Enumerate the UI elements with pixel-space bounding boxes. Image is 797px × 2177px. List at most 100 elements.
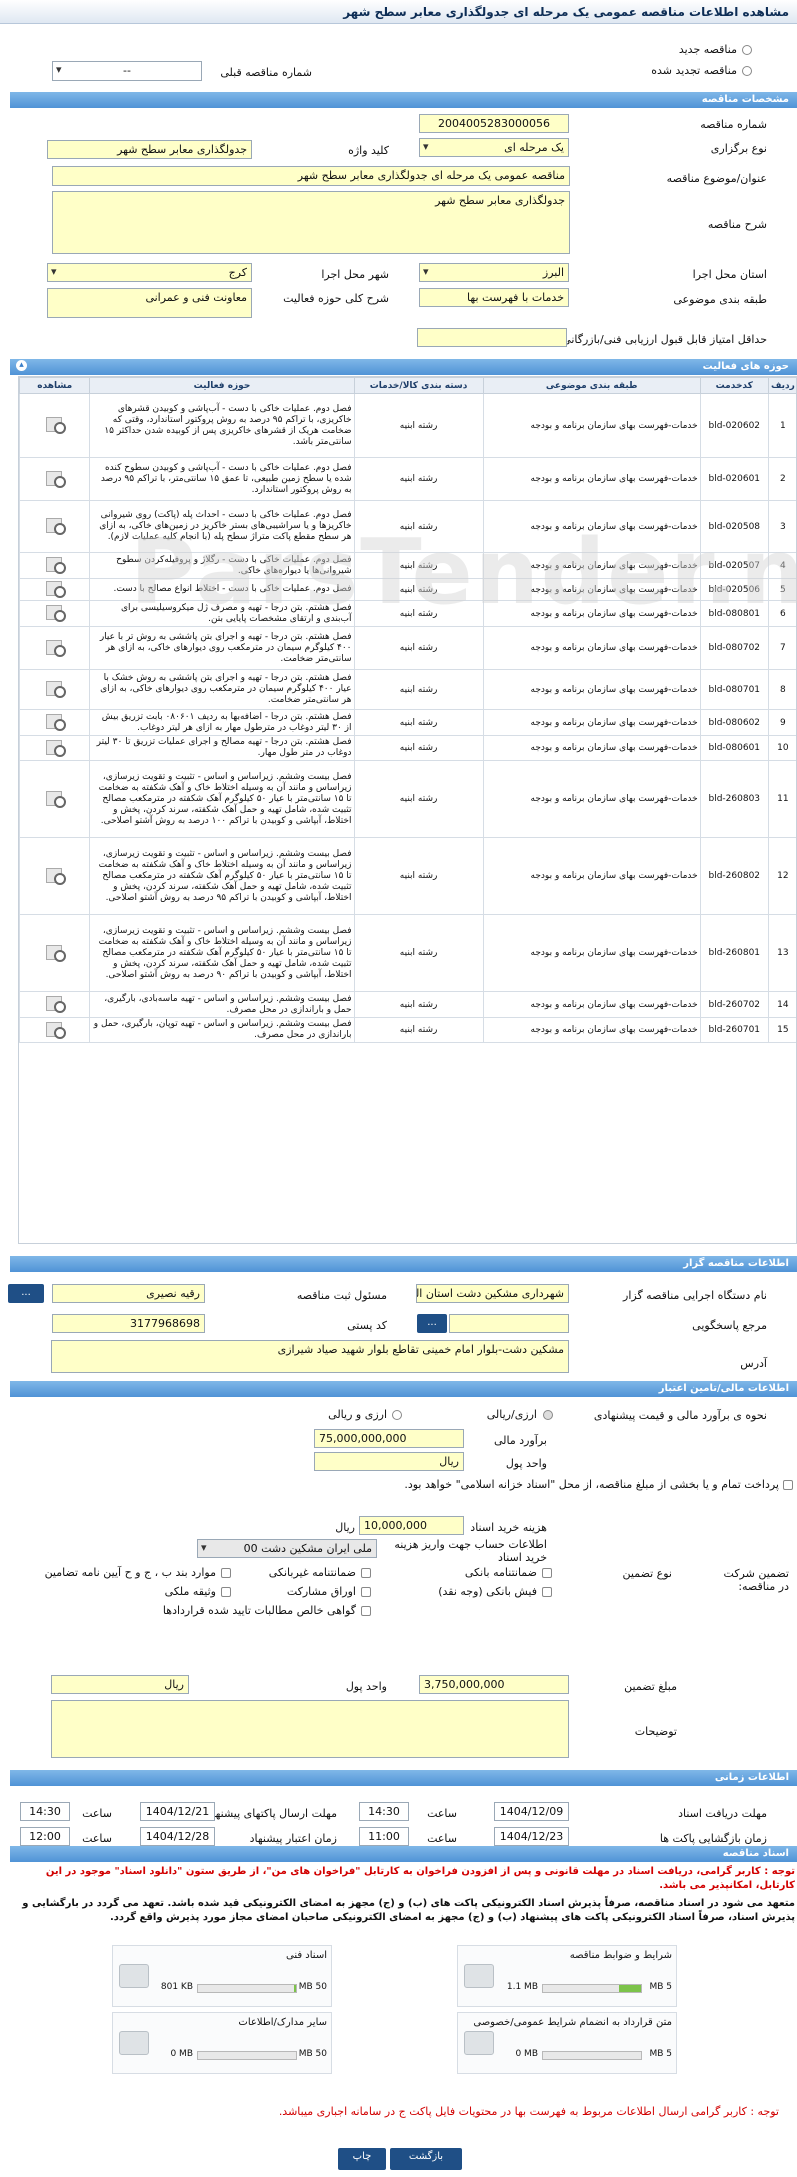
activities-header-row: ردیف کدخدمت طبقه بندی موضوعی دسته بندی کالا… bbox=[19, 377, 796, 394]
folder-icon[interactable] bbox=[119, 1964, 149, 1988]
file-usage-bar bbox=[542, 1984, 642, 1993]
view-icon[interactable] bbox=[44, 713, 66, 731]
goods-group: رشته ابنیه bbox=[353, 709, 484, 736]
table-row: 11 bld-260803 خدمات-فهرست بهای سازمان برنا… bbox=[19, 760, 796, 838]
submit-deadline-date: 1404/12/21 bbox=[140, 1802, 215, 1821]
postal-field: 3177968698 bbox=[52, 1314, 205, 1333]
row-number: 14 bbox=[767, 991, 796, 1018]
view-cell bbox=[19, 837, 91, 915]
row-number: 12 bbox=[767, 837, 796, 915]
g1-checkbox[interactable] bbox=[542, 1568, 552, 1578]
section-finance: اطلاعات مالی/تامین اعتبار bbox=[10, 1381, 797, 1397]
section-docs: اسناد مناقصه bbox=[10, 1846, 797, 1862]
view-cell bbox=[19, 500, 91, 553]
view-icon[interactable] bbox=[44, 470, 66, 488]
view-icon[interactable] bbox=[44, 739, 66, 757]
ref-lookup-button[interactable]: ... bbox=[417, 1314, 447, 1333]
resp-lookup-button[interactable]: ... bbox=[8, 1284, 44, 1303]
view-icon[interactable] bbox=[44, 944, 66, 962]
view-icon[interactable] bbox=[44, 1021, 66, 1039]
view-icon[interactable] bbox=[44, 639, 66, 657]
row-number: 8 bbox=[767, 669, 796, 710]
row-number: 10 bbox=[767, 735, 796, 761]
ref-label: مرجع پاسخگویی bbox=[692, 1319, 767, 1332]
g4-label: فیش بانکی (وجه نقد) bbox=[438, 1585, 537, 1598]
submit-deadline-time-label: ساعت bbox=[82, 1807, 112, 1820]
address-label: آدرس bbox=[740, 1357, 767, 1370]
service-code: bld-260702 bbox=[699, 991, 769, 1018]
ref-field bbox=[449, 1314, 569, 1333]
g2-checkbox[interactable] bbox=[361, 1568, 371, 1578]
g7-checkbox[interactable] bbox=[361, 1606, 371, 1616]
view-icon[interactable] bbox=[44, 517, 66, 535]
view-icon[interactable] bbox=[44, 867, 66, 885]
file-max-size: 50 MB bbox=[298, 1982, 327, 1992]
watermark: ParsTender.neT bbox=[130, 520, 797, 625]
city-select[interactable]: کرج bbox=[47, 263, 252, 282]
activity-desc: فصل بیست وششم. زیراساس و اساس - تهیه ماس… bbox=[89, 991, 355, 1018]
view-cell bbox=[19, 600, 91, 627]
section-organizer: اطلاعات مناقصه گزار bbox=[10, 1256, 797, 1272]
page-title: مشاهده اطلاعات مناقصه عمومی یک مرحله ای … bbox=[343, 5, 789, 19]
collapse-icon[interactable]: ▴ bbox=[16, 360, 27, 371]
activity-field: معاونت فنی و عمرانی bbox=[47, 288, 252, 318]
min-score-field bbox=[417, 328, 567, 347]
table-row: 12 bld-260802 خدمات-فهرست بهای سازمان برنا… bbox=[19, 837, 796, 915]
view-icon[interactable] bbox=[44, 680, 66, 698]
view-icon[interactable] bbox=[44, 604, 66, 622]
view-icon[interactable] bbox=[44, 416, 66, 434]
notes-field bbox=[51, 1700, 569, 1758]
guarantee-type-label: نوع تضمین bbox=[622, 1567, 672, 1580]
min-score-label: حداقل امتیاز قابل قبول ارزیابی فنی/بازرگ… bbox=[562, 333, 767, 346]
estimate-type-label: نحوه ی برآورد مالی و قیمت پیشنهادی bbox=[593, 1409, 767, 1422]
radio-currency-rial[interactable] bbox=[392, 1410, 402, 1420]
radio-renewed-label: مناقصه تجدید شده bbox=[651, 64, 737, 77]
radio-renewed-tender[interactable] bbox=[742, 66, 752, 76]
activity-desc: فصل هشتم. بتن درجا - تهیه و اجرای بتن پا… bbox=[89, 669, 355, 710]
service-code: bld-260701 bbox=[699, 1017, 769, 1043]
number-field: 2004005283000056 bbox=[419, 114, 569, 133]
keyword-field: جدولگذاری معابر سطح شهر bbox=[47, 140, 252, 159]
activities-table-wrap[interactable]: ردیف کدخدمت طبقه بندی موضوعی دسته بندی کالا… bbox=[18, 376, 797, 1244]
validity-time: 12:00 bbox=[20, 1827, 70, 1846]
back-button[interactable]: بازگشت bbox=[390, 2148, 462, 2170]
col-header: دسته بندی کالا/خدمات bbox=[353, 377, 484, 394]
view-icon[interactable] bbox=[44, 580, 66, 598]
org-field: شهرداری مشکین دشت استان البرز bbox=[416, 1284, 569, 1303]
g3-checkbox[interactable] bbox=[221, 1568, 231, 1578]
g5-checkbox[interactable] bbox=[361, 1587, 371, 1597]
folder-icon[interactable] bbox=[464, 1964, 494, 1988]
view-icon[interactable] bbox=[44, 790, 66, 808]
row-number: 9 bbox=[767, 709, 796, 736]
desc-label: شرح مناقصه bbox=[707, 218, 767, 231]
province-select[interactable]: البرز bbox=[419, 263, 569, 282]
doc-deadline-time: 14:30 bbox=[359, 1802, 409, 1821]
view-cell bbox=[19, 991, 91, 1018]
folder-icon[interactable] bbox=[464, 2031, 494, 2055]
account-select[interactable]: ملی ایران مشکین دشت 00 bbox=[197, 1539, 377, 1558]
category: خدمات-فهرست بهای سازمان برنامه و بودجه bbox=[482, 1017, 701, 1043]
submit-deadline-time: 14:30 bbox=[20, 1802, 70, 1821]
radio-rial[interactable] bbox=[543, 1410, 553, 1420]
print-button[interactable]: چاپ bbox=[338, 2148, 386, 2170]
activity-desc: فصل بیست وششم. زیراساس و اساس - تثبیت و … bbox=[89, 760, 355, 838]
service-code: bld-260802 bbox=[699, 837, 769, 915]
file-title: اسناد فنی bbox=[286, 1950, 327, 1961]
file-max-size: 50 MB bbox=[298, 2049, 327, 2059]
g2-label: ضمانتنامه غیربانکی bbox=[268, 1566, 356, 1579]
service-code: bld-020601 bbox=[699, 457, 769, 501]
holding-select[interactable]: یک مرحله ای bbox=[419, 138, 569, 157]
prev-number-select[interactable]: -- bbox=[52, 61, 202, 81]
view-icon[interactable] bbox=[44, 556, 66, 574]
radio-rial-label: ارزی/ریالی bbox=[486, 1408, 537, 1421]
validity-time-label: ساعت bbox=[82, 1832, 112, 1845]
amount-field: 3,750,000,000 bbox=[419, 1675, 569, 1694]
category: خدمات-فهرست بهای سازمان برنامه و بودجه bbox=[482, 709, 701, 736]
g4-checkbox[interactable] bbox=[542, 1587, 552, 1597]
view-icon[interactable] bbox=[44, 995, 66, 1013]
g6-checkbox[interactable] bbox=[221, 1587, 231, 1597]
category: خدمات-فهرست بهای سازمان برنامه و بودجه bbox=[482, 457, 701, 501]
open-time-label: ساعت bbox=[427, 1832, 457, 1845]
radio-new-tender[interactable] bbox=[742, 45, 752, 55]
folder-icon[interactable] bbox=[119, 2031, 149, 2055]
